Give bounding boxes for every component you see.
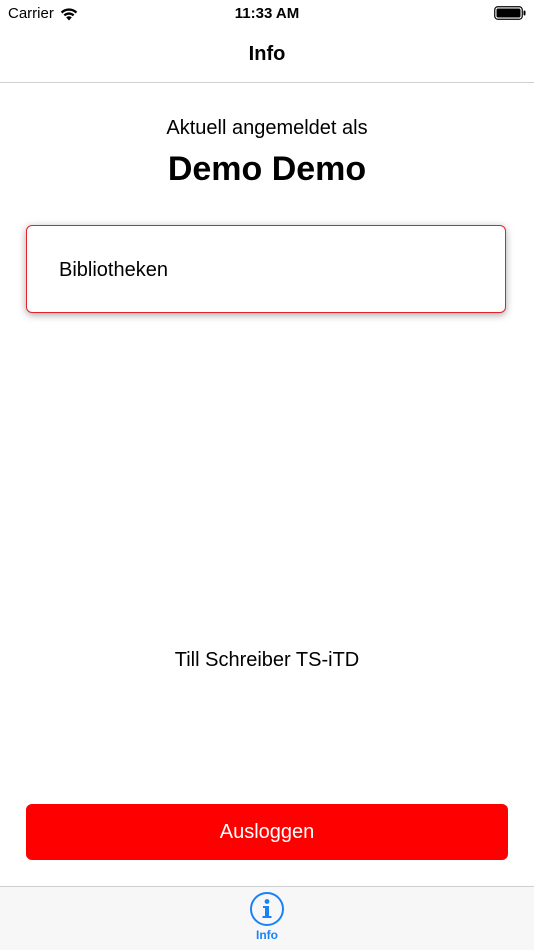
navigation-bar: Info (0, 28, 534, 83)
tab-bar: Info (0, 886, 534, 950)
libraries-button[interactable]: Bibliotheken (26, 225, 506, 313)
logged-in-caption: Aktuell angemeldet als (166, 117, 368, 139)
tab-info[interactable]: Info (227, 891, 307, 949)
status-bar: Carrier 11:33 AM (0, 0, 534, 28)
page-title: Info (248, 43, 286, 65)
tab-info-label: Info (256, 928, 278, 942)
screen: Carrier 11:33 AM Info Aktuell angemeldet… (0, 0, 534, 950)
logout-button[interactable]: Ausloggen (26, 804, 508, 860)
battery-icon (494, 6, 526, 20)
libraries-label: Bibliotheken (59, 259, 168, 281)
developer-credit: Till Schreiber TS-iTD (174, 649, 360, 671)
status-time: 11:33 AM (234, 5, 300, 22)
user-name: Demo Demo (167, 150, 367, 188)
info-icon (250, 892, 284, 926)
